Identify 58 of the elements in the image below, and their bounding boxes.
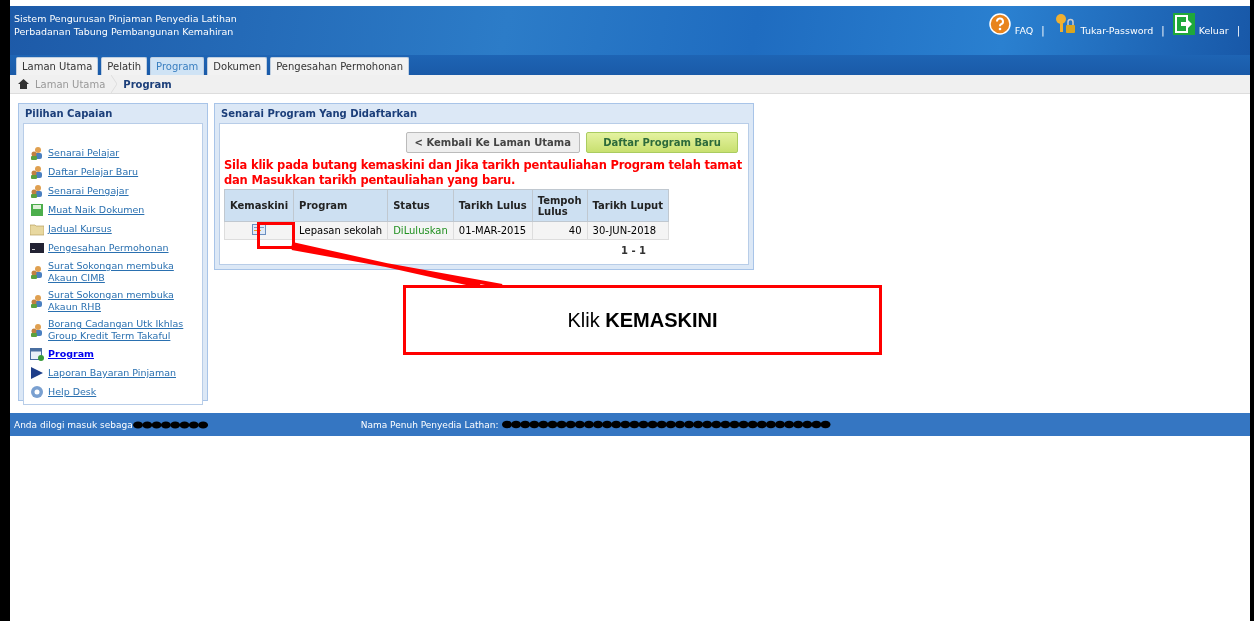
panel-title: Senarai Program Yang Didaftarkan <box>220 107 419 121</box>
home-icon[interactable] <box>18 79 29 89</box>
people-icon <box>30 265 44 279</box>
column-header: Status <box>387 189 454 222</box>
sidebar-link[interactable]: Daftar Pelajar Baru <box>48 166 139 178</box>
nav-tab[interactable]: Laman Utama <box>16 57 99 75</box>
column-header: Kemaskini <box>224 189 294 222</box>
sidebar-link[interactable]: Program <box>48 348 94 360</box>
person-icon <box>30 165 44 179</box>
sidebar-link[interactable]: Muat Naik Dokumen <box>48 204 145 216</box>
nav-tab[interactable]: Program <box>150 57 205 75</box>
monitor-icon <box>30 241 44 255</box>
link-separator: | <box>1236 24 1240 36</box>
header-link[interactable]: Tukar-Password <box>1080 24 1154 36</box>
sidebar-link[interactable]: Laporan Bayaran Pinjaman <box>48 367 176 379</box>
instruction-text: Sila klik pada butang kemaskini dan Jika tarikh pentauliahan Program telah tamat dan Masukkan tarikh pentauliahan yang baru. <box>224 158 743 188</box>
app-title: Sistem Pengurusan Pinjaman Penyedia Latihan <box>14 12 237 25</box>
edit-icon[interactable] <box>252 224 267 235</box>
sidebar-link[interactable]: Borang Cadangan Utk Ikhlas Group Kredit Term Takaful <box>48 318 198 342</box>
back-button[interactable]: < Kembali Ke Laman Utama <box>405 132 580 153</box>
column-header: Tarikh Lulus <box>453 189 533 222</box>
sidebar-link[interactable]: Jadual Kursus <box>48 223 112 235</box>
highlight-frame <box>257 222 295 249</box>
help-icon[interactable] <box>988 13 1011 35</box>
pager-text: 1 - 1 <box>620 245 646 256</box>
name-label: Nama Penuh Penyedia Lathan: <box>360 419 499 430</box>
sidebar-link[interactable]: Senarai Pengajar <box>48 185 129 197</box>
people-icon <box>30 146 44 160</box>
nav-tab[interactable]: Pengesahan Permohonan <box>270 57 410 75</box>
header-link[interactable]: Keluar <box>1198 24 1229 36</box>
column-header: Program <box>293 189 388 222</box>
nav-tab[interactable]: Dokumen <box>207 57 268 75</box>
people-icon <box>30 184 44 198</box>
save-icon <box>30 203 44 217</box>
sidebar-link[interactable]: Surat Sokongan membuka Akaun CIMB <box>48 260 198 284</box>
people-icon <box>30 294 44 308</box>
people-icon <box>30 323 44 337</box>
window-icon <box>30 347 44 361</box>
link-separator: | <box>1041 24 1045 36</box>
link-separator: | <box>1161 24 1165 36</box>
breadcrumb-item: Program <box>123 78 172 90</box>
login-label: Anda dilogi masuk sebaga <box>14 419 133 430</box>
column-header: Tempoh Lulus <box>532 189 587 222</box>
panel-title: Pilihan Capaian <box>24 107 114 121</box>
header-link[interactable]: FAQ <box>1014 24 1034 36</box>
callout-text: Klik KEMASKINI <box>567 308 718 332</box>
app-subtitle: Perbadanan Tabung Pembangunan Kemahiran <box>14 25 235 38</box>
play-icon <box>30 366 44 380</box>
column-header: Tarikh Luput <box>587 189 669 222</box>
help-icon <box>30 385 44 399</box>
exit-icon[interactable] <box>1172 13 1195 35</box>
sidebar-link[interactable]: Help Desk <box>48 386 97 398</box>
sidebar-link[interactable]: Senarai Pelajar <box>48 147 120 159</box>
sidebar-link[interactable]: Pengesahan Permohonan <box>48 242 169 254</box>
nav-tab[interactable]: Pelatih <box>101 57 148 75</box>
folder-icon <box>30 222 44 236</box>
register-button[interactable]: Daftar Program Baru <box>586 132 738 153</box>
sidebar-link[interactable]: Surat Sokongan membuka Akaun RHB <box>48 289 198 313</box>
